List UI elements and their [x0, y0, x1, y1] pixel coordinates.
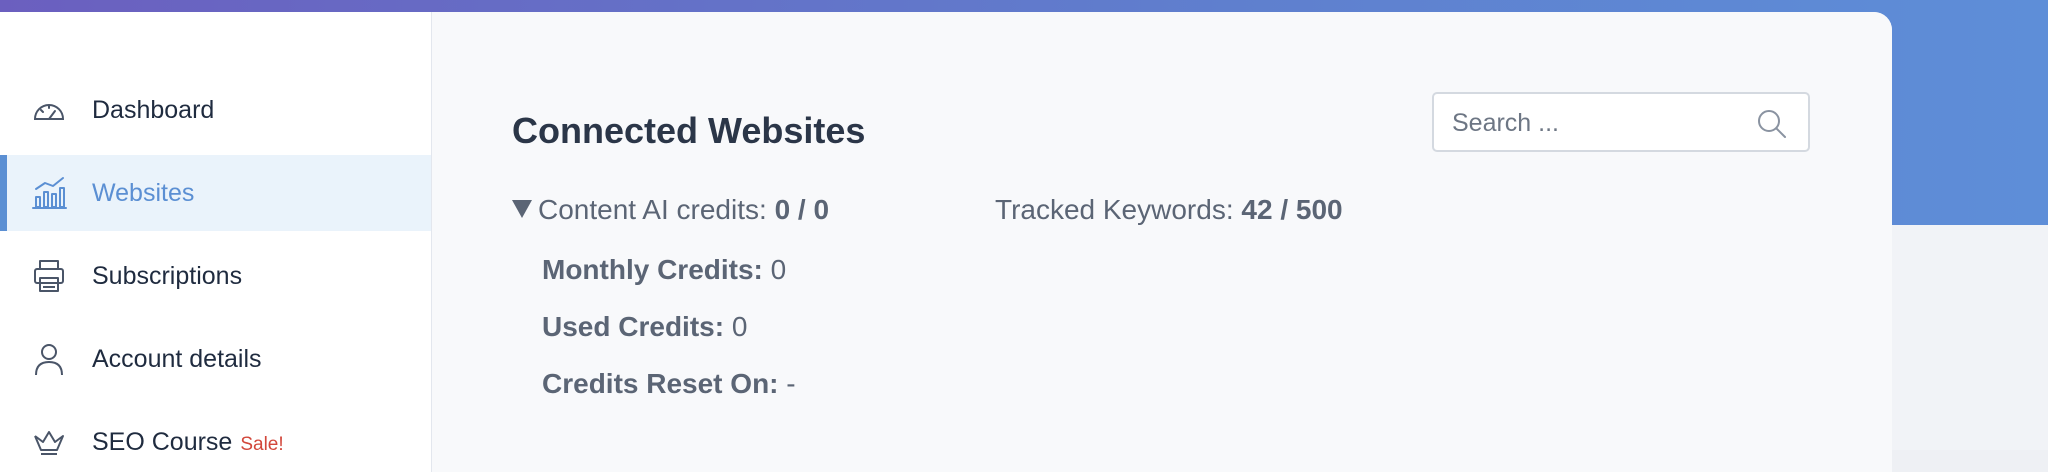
content-ai-credits-toggle[interactable]: Content AI credits: 0 / 0 — [512, 194, 829, 226]
sidebar-item-subscriptions[interactable]: Subscriptions — [0, 238, 431, 314]
monthly-credits-row: Monthly Credits: 0 — [542, 254, 786, 286]
used-credits-row: Used Credits: 0 — [542, 311, 747, 343]
sidebar-item-label: Account details — [92, 344, 262, 373]
credits-reset-label: Credits Reset On: — [542, 368, 779, 399]
monthly-credits-value: 0 — [770, 254, 787, 285]
sidebar-item-label: SEO Course — [92, 427, 233, 456]
sidebar-item-label: Subscriptions — [92, 261, 243, 290]
tracked-keywords: Tracked Keywords: 42 / 500 — [995, 194, 1343, 226]
credits-reset-row: Credits Reset On: - — [542, 368, 796, 400]
search-icon[interactable] — [1756, 108, 1788, 140]
sidebar-item-label: Websites — [92, 178, 195, 207]
sidebar-item-websites[interactable]: Websites — [0, 155, 431, 231]
user-icon — [30, 340, 68, 378]
sidebar: Dashboard Websites Subscriptions Account… — [0, 12, 432, 472]
monthly-credits-label: Monthly Credits: — [542, 254, 763, 285]
sale-badge: Sale! — [240, 433, 284, 455]
tracked-keywords-value: 42 / 500 — [1241, 194, 1343, 225]
sidebar-item-account-details[interactable]: Account details — [0, 321, 431, 397]
page-title: Connected Websites — [512, 110, 866, 151]
credits-reset-value: - — [786, 368, 796, 399]
gauge-icon — [30, 91, 68, 129]
account-card: Dashboard Websites Subscriptions Account… — [0, 12, 1892, 472]
ai-credits-value: 0 / 0 — [774, 194, 830, 225]
search-box — [1432, 92, 1810, 152]
tracked-keywords-label: Tracked Keywords: — [995, 194, 1234, 225]
chart-icon — [30, 174, 68, 212]
used-credits-label: Used Credits: — [542, 311, 725, 342]
ai-credits-label: Content AI credits: — [538, 194, 767, 225]
sidebar-item-label-wrap: SEO Course Sale! — [92, 428, 284, 457]
search-input[interactable] — [1450, 102, 1744, 144]
used-credits-value: 0 — [731, 311, 748, 342]
main-content: Connected Websites Content AI credits: 0… — [432, 12, 1892, 472]
sidebar-item-label: Dashboard — [92, 95, 215, 124]
sidebar-item-dashboard[interactable]: Dashboard — [0, 72, 431, 148]
printer-icon — [30, 257, 68, 295]
disclosure-triangle-icon — [512, 200, 532, 218]
sidebar-item-seo-course[interactable]: SEO Course Sale! — [0, 404, 431, 472]
crown-icon — [30, 423, 68, 461]
